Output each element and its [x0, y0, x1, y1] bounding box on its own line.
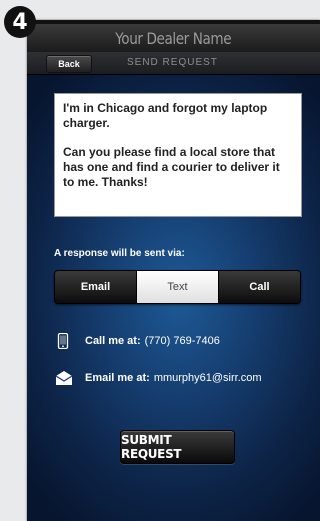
response-via-label: A response will be sent via:: [54, 248, 185, 259]
message-paragraph-1: I'm in Chicago and forgot my laptop char…: [63, 101, 268, 130]
segment-email[interactable]: Email: [55, 271, 136, 303]
title-bar: Your Dealer Name: [27, 24, 320, 52]
email-row[interactable]: Email me at: mmurphy61@sirr.com: [55, 370, 262, 386]
step-number-badge: 4: [4, 6, 36, 38]
call-row[interactable]: Call me at: (770) 769-7406: [55, 332, 220, 350]
mobile-phone-icon: [55, 332, 71, 350]
phone-screen: Your Dealer Name Back SEND REQUEST I'm i…: [27, 20, 320, 521]
navigation-bar: Back SEND REQUEST: [27, 52, 320, 75]
nav-title: SEND REQUEST: [127, 57, 218, 68]
email-label: Email me at:: [85, 372, 150, 384]
segment-call[interactable]: Call: [218, 271, 300, 303]
call-value: (770) 769-7406: [144, 335, 220, 347]
response-method-selector: Email Text Call: [54, 270, 301, 304]
submit-request-button[interactable]: SUBMIT REQUEST: [120, 430, 235, 464]
segment-text[interactable]: Text: [136, 271, 218, 303]
dealer-name: Your Dealer Name: [115, 28, 232, 48]
call-label: Call me at:: [85, 335, 141, 347]
request-message-textarea[interactable]: I'm in Chicago and forgot my laptop char…: [54, 93, 302, 217]
envelope-icon: [55, 370, 73, 386]
email-value: mmurphy61@sirr.com: [153, 372, 262, 384]
message-paragraph-2: Can you please find a local store that h…: [63, 145, 280, 189]
back-button[interactable]: Back: [46, 55, 92, 73]
